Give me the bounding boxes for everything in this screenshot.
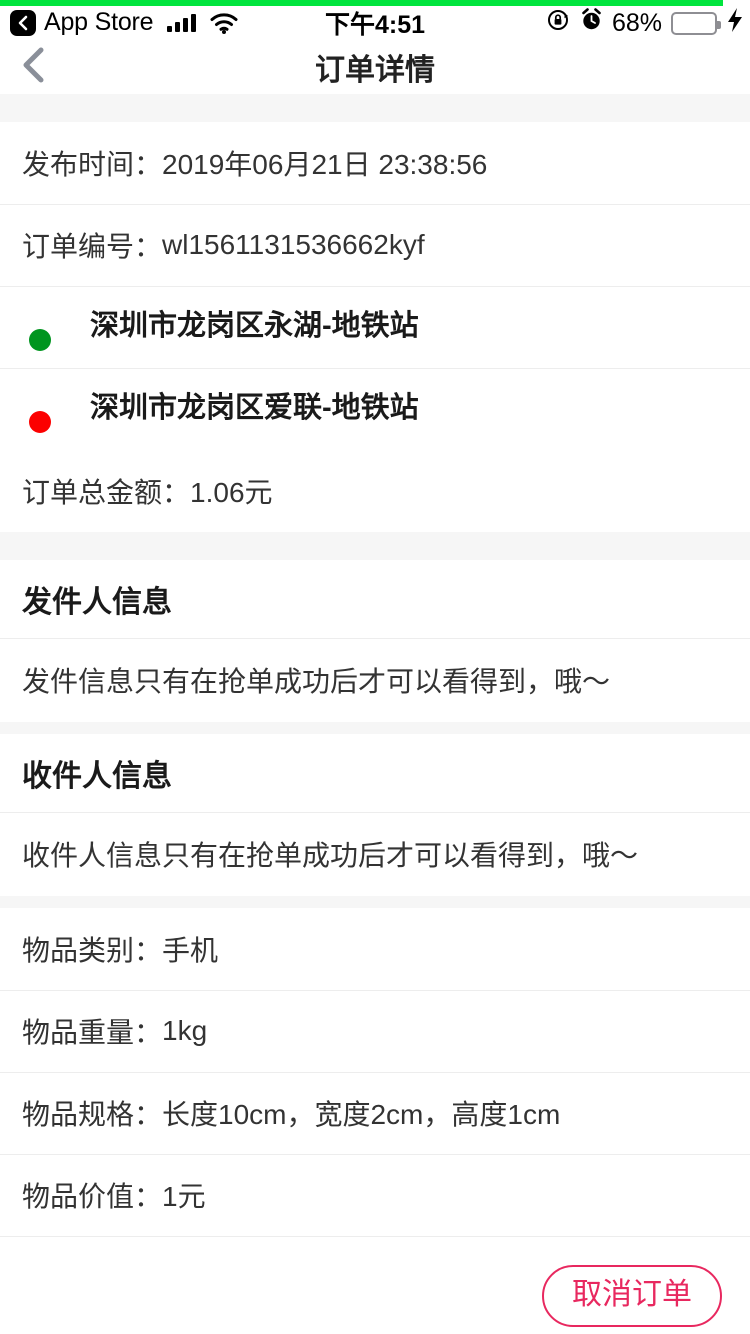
- publish-time-label: 发布时间：: [22, 149, 163, 180]
- chevron-left-icon: [20, 45, 48, 90]
- order-total-label: 订单总金额：: [22, 477, 191, 508]
- screen-recording-indicator: [0, 0, 723, 6]
- order-detail-screen: App Store 下午4:51 68% 订单详情 发布时间： 2019年06月…: [0, 0, 750, 1334]
- goods-size-value: 长度10cm，宽度2cm，高度1cm: [162, 1099, 561, 1130]
- sender-info-card: 发件人信息 发件信息只有在抢单成功后才可以看得到，哦～: [0, 560, 750, 722]
- goods-weight-label: 物品重量：: [22, 1017, 163, 1048]
- goods-size-row: 物品规格： 长度10cm，宽度2cm，高度1cm: [0, 1072, 750, 1154]
- rotation-lock-icon: [547, 8, 571, 39]
- section-gap-top: [0, 94, 750, 122]
- receiver-info-card: 收件人信息 收件人信息只有在抢单成功后才可以看得到，哦～: [0, 734, 750, 896]
- publish-time-value: 2019年06月21日 23:38:56: [162, 149, 488, 180]
- order-total-row: 订单总金额： 1.06元: [0, 450, 750, 532]
- goods-value-row: 物品价值： 1元: [0, 1154, 750, 1236]
- cancel-order-button[interactable]: 取消订单: [542, 1265, 722, 1327]
- goods-weight-value: 1kg: [162, 1015, 208, 1046]
- origin-dot-icon: [29, 329, 51, 351]
- action-bar: 取消订单: [0, 1236, 750, 1334]
- nav-back-button[interactable]: [0, 40, 80, 94]
- goods-value-label: 物品价值：: [22, 1181, 163, 1212]
- order-number-row: 订单编号： wl1561131536662kyf: [0, 204, 750, 286]
- order-number-value: wl1561131536662kyf: [162, 229, 425, 260]
- receiver-info-title: 收件人信息: [0, 734, 750, 812]
- status-bar-back-app-label[interactable]: App Store: [44, 9, 154, 37]
- page-title: 订单详情: [315, 54, 435, 87]
- cellular-signal-icon: [167, 14, 197, 32]
- status-bar-right: 68%: [547, 7, 750, 40]
- order-summary-card: 发布时间： 2019年06月21日 23:38:56 订单编号： wl15611…: [0, 122, 750, 532]
- publish-time-row: 发布时间： 2019年06月21日 23:38:56: [0, 122, 750, 204]
- origin-address-row[interactable]: 深圳市龙岗区永湖-地铁站: [0, 286, 750, 368]
- goods-category-value: 手机: [162, 935, 219, 966]
- charging-bolt-icon: [726, 7, 744, 40]
- goods-category-row: 物品类别： 手机: [0, 908, 750, 990]
- receiver-info-message: 收件人信息只有在抢单成功后才可以看得到，哦～: [0, 812, 750, 896]
- section-gap-receiver: [0, 722, 750, 734]
- origin-address-text: 深圳市龙岗区永湖-地铁站: [90, 310, 419, 342]
- goods-size-label: 物品规格：: [22, 1099, 163, 1130]
- battery-percent-label: 68%: [611, 8, 662, 37]
- status-bar: App Store 下午4:51 68%: [0, 0, 750, 40]
- navigation-bar: 订单详情: [0, 40, 750, 94]
- alarm-clock-icon: [580, 8, 603, 38]
- section-gap-sender: [0, 532, 750, 560]
- destination-address-text: 深圳市龙岗区爱联-地铁站: [90, 392, 419, 424]
- order-number-label: 订单编号：: [22, 231, 163, 262]
- goods-info-card: 物品类别： 手机 物品重量： 1kg 物品规格： 长度10cm，宽度2cm，高度…: [0, 908, 750, 1236]
- status-bar-left: App Store: [0, 9, 238, 37]
- back-chevron-badge-icon[interactable]: [10, 10, 36, 36]
- wifi-icon: [210, 12, 238, 34]
- section-gap-goods: [0, 896, 750, 908]
- battery-icon: [671, 11, 721, 35]
- goods-value-value: 1元: [162, 1181, 206, 1212]
- destination-address-row[interactable]: 深圳市龙岗区爱联-地铁站: [0, 368, 750, 450]
- goods-weight-row: 物品重量： 1kg: [0, 990, 750, 1072]
- order-total-value: 1.06元: [190, 477, 273, 508]
- goods-category-label: 物品类别：: [22, 935, 163, 966]
- destination-dot-icon: [29, 411, 51, 433]
- sender-info-title: 发件人信息: [0, 560, 750, 638]
- sender-info-message: 发件信息只有在抢单成功后才可以看得到，哦～: [0, 638, 750, 722]
